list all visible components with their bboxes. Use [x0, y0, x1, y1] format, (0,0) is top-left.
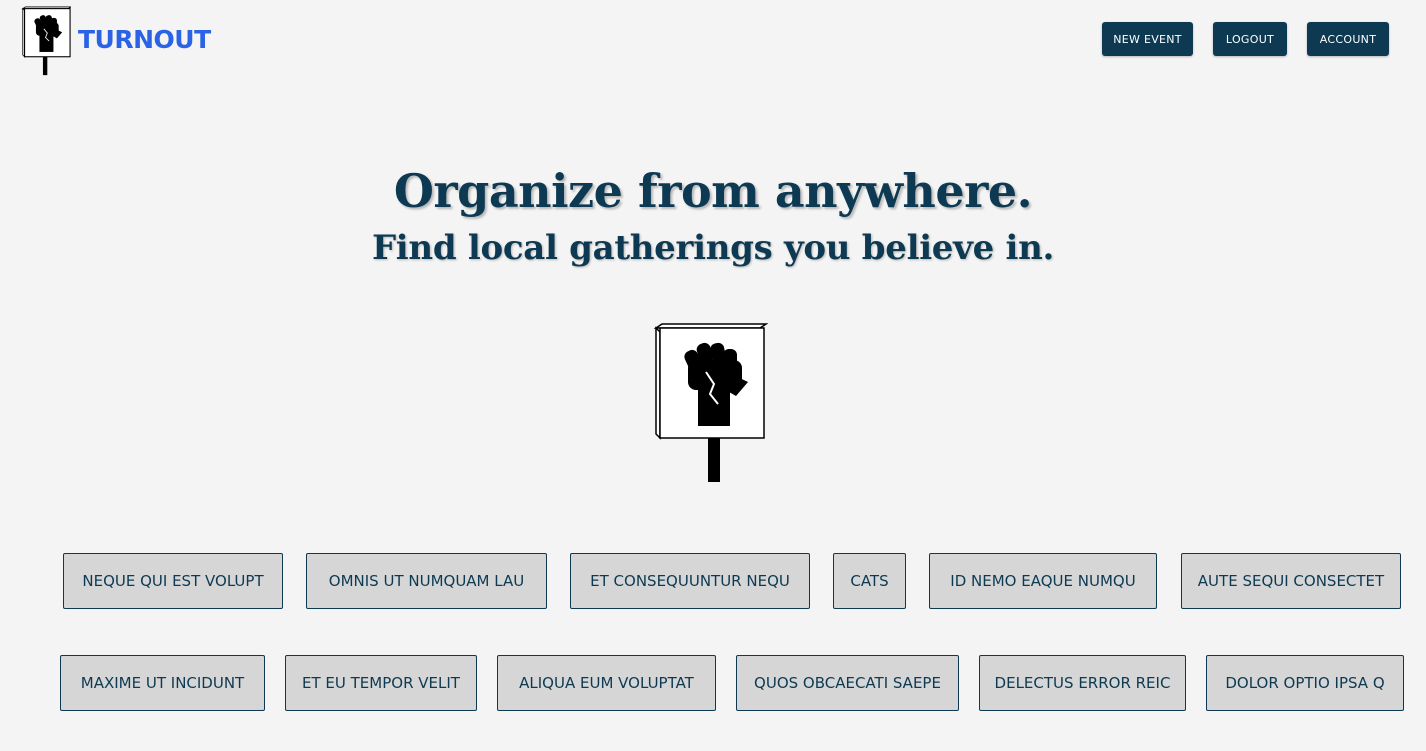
- tag-button[interactable]: CATS: [833, 553, 906, 609]
- tag-button[interactable]: NEQUE QUI EST VOLUPT: [63, 553, 283, 609]
- logout-button[interactable]: LOGOUT: [1213, 22, 1287, 56]
- tag-button[interactable]: MAXIME UT INCIDUNT: [60, 655, 265, 711]
- tag-button[interactable]: ET EU TEMPOR VELIT: [285, 655, 477, 711]
- raised-fist-sign-icon: [654, 322, 768, 484]
- tag-row-2: MAXIME UT INCIDUNT ET EU TEMPOR VELIT AL…: [0, 655, 1426, 713]
- home-logo-link[interactable]: TURNOUT: [21, 6, 211, 76]
- account-button[interactable]: ACCOUNT: [1307, 22, 1389, 56]
- new-event-button[interactable]: NEW EVENT: [1102, 22, 1193, 56]
- raised-fist-sign-icon: [21, 6, 71, 76]
- tag-row-1: NEQUE QUI EST VOLUPT OMNIS UT NUMQUAM LA…: [0, 553, 1426, 611]
- brand-name: TURNOUT: [78, 24, 211, 54]
- tag-button[interactable]: OMNIS UT NUMQUAM LAU: [306, 553, 547, 609]
- tag-button[interactable]: DOLOR OPTIO IPSA Q: [1206, 655, 1404, 711]
- tag-button[interactable]: ID NEMO EAQUE NUMQU: [929, 553, 1157, 609]
- tag-button[interactable]: DELECTUS ERROR REIC: [979, 655, 1186, 711]
- hero-title: Organize from anywhere.: [393, 164, 1033, 218]
- hero-subtitle: Find local gatherings you believe in.: [371, 228, 1055, 268]
- tag-button[interactable]: QUOS OBCAECATI SAEPE: [736, 655, 959, 711]
- site-header: TURNOUT NEW EVENT LOGOUT ACCOUNT: [0, 0, 1426, 80]
- tag-button[interactable]: AUTE SEQUI CONSECTET: [1181, 553, 1401, 609]
- tag-button[interactable]: ET CONSEQUUNTUR NEQU: [570, 553, 810, 609]
- tag-button[interactable]: ALIQUA EUM VOLUPTAT: [497, 655, 716, 711]
